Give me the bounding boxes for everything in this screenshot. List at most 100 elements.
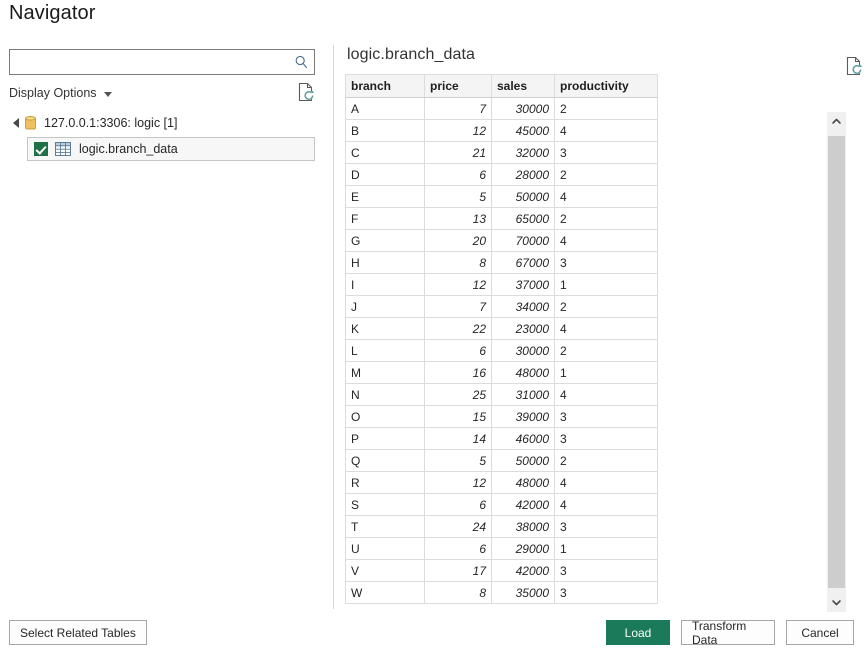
database-icon <box>25 115 36 131</box>
table-row: F 13 65000 2 <box>345 207 658 230</box>
table-cell: W <box>345 581 425 604</box>
table-cell: F <box>345 207 425 230</box>
chevron-down-icon <box>832 600 841 606</box>
table-cell: 6 <box>424 339 492 362</box>
scrollbar-thumb[interactable] <box>828 136 845 588</box>
table-cell: 35000 <box>491 581 555 604</box>
table-cell: L <box>345 339 425 362</box>
tree-node-table[interactable]: logic.branch_data <box>27 137 315 161</box>
table-cell: 6 <box>424 493 492 516</box>
table-row: W 8 35000 3 <box>345 581 658 604</box>
table-cell: 65000 <box>491 207 555 230</box>
table-cell: 32000 <box>491 141 555 164</box>
table-cell: H <box>345 251 425 274</box>
chevron-up-icon <box>832 118 841 124</box>
table-row: N 25 31000 4 <box>345 383 658 406</box>
expand-triangle-icon[interactable] <box>13 118 19 128</box>
table-cell: 48000 <box>491 471 555 494</box>
table-cell: 1 <box>554 361 658 384</box>
table-cell: 70000 <box>491 229 555 252</box>
table-cell: 37000 <box>491 273 555 296</box>
table-cell: 42000 <box>491 493 555 516</box>
table-cell: B <box>345 119 425 142</box>
table-row: G 20 70000 4 <box>345 229 658 252</box>
table-cell: 6 <box>424 163 492 186</box>
table-row: L 6 30000 2 <box>345 339 658 362</box>
table-row: U 6 29000 1 <box>345 537 658 560</box>
table-row: E 5 50000 4 <box>345 185 658 208</box>
table-row: M 16 48000 1 <box>345 361 658 384</box>
table-cell: 38000 <box>491 515 555 538</box>
table-cell: 3 <box>554 559 658 582</box>
table-cell: 4 <box>554 185 658 208</box>
table-cell: J <box>345 295 425 318</box>
table-cell: 12 <box>424 471 492 494</box>
search-box[interactable] <box>9 49 315 75</box>
preview-table: branch price sales productivity A 7 30000 2… <box>345 74 658 604</box>
table-cell: 16 <box>424 361 492 384</box>
table-cell: 30000 <box>491 339 555 362</box>
table-cell: 7 <box>424 97 492 120</box>
table-cell: 2 <box>554 163 658 186</box>
table-cell: 42000 <box>491 559 555 582</box>
column-header-branch[interactable]: branch <box>345 74 425 98</box>
table-row: T 24 38000 3 <box>345 515 658 538</box>
table-cell: 39000 <box>491 405 555 428</box>
table-row: Q 5 50000 2 <box>345 449 658 472</box>
table-cell: 8 <box>424 581 492 604</box>
table-cell: D <box>345 163 425 186</box>
table-cell: 3 <box>554 515 658 538</box>
table-cell: 25 <box>424 383 492 406</box>
column-header-price[interactable]: price <box>424 74 492 98</box>
table-cell: 5 <box>424 185 492 208</box>
pane-divider <box>333 45 334 609</box>
table-cell: 4 <box>554 119 658 142</box>
table-cell: U <box>345 537 425 560</box>
search-icon[interactable] <box>294 55 309 70</box>
table-cell: 5 <box>424 449 492 472</box>
column-header-sales[interactable]: sales <box>491 74 555 98</box>
table-header-row: branch price sales productivity <box>345 74 658 98</box>
table-checkbox[interactable] <box>34 142 48 156</box>
table-cell: 4 <box>554 383 658 406</box>
table-cell: V <box>345 559 425 582</box>
search-input[interactable] <box>10 50 314 74</box>
refresh-document-icon[interactable] <box>297 82 315 102</box>
scroll-up-button[interactable] <box>827 112 846 131</box>
refresh-document-icon[interactable] <box>845 56 863 76</box>
table-cell: N <box>345 383 425 406</box>
table-cell: 21 <box>424 141 492 164</box>
column-header-productivity[interactable]: productivity <box>554 74 658 98</box>
table-cell: K <box>345 317 425 340</box>
table-cell: 3 <box>554 141 658 164</box>
scroll-down-button[interactable] <box>827 593 846 612</box>
table-cell: Q <box>345 449 425 472</box>
table-cell: 24 <box>424 515 492 538</box>
preview-scrollbar[interactable] <box>827 112 846 612</box>
table-cell: A <box>345 97 425 120</box>
display-options-label: Display Options <box>9 86 97 100</box>
table-cell: 2 <box>554 97 658 120</box>
table-cell: 1 <box>554 273 658 296</box>
transform-data-button[interactable]: Transform Data <box>681 619 775 647</box>
load-button[interactable]: Load <box>606 620 670 645</box>
table-row: S 6 42000 4 <box>345 493 658 516</box>
table-cell: 3 <box>554 427 658 450</box>
table-cell: 20 <box>424 229 492 252</box>
table-cell: 48000 <box>491 361 555 384</box>
table-row: A 7 30000 2 <box>345 97 658 120</box>
select-related-tables-button[interactable]: Select Related Tables <box>9 620 147 645</box>
object-tree: 127.0.0.1:3306: logic [1] logic.branch_d… <box>9 112 315 161</box>
cancel-button[interactable]: Cancel <box>786 620 854 645</box>
table-cell: 4 <box>554 229 658 252</box>
table-cell: 15 <box>424 405 492 428</box>
table-cell: 2 <box>554 339 658 362</box>
tree-node-server[interactable]: 127.0.0.1:3306: logic [1] <box>9 112 315 134</box>
table-icon <box>55 142 71 156</box>
table-cell: 50000 <box>491 449 555 472</box>
right-pane: logic.branch_data branch price sales pro… <box>345 46 863 604</box>
table-cell: G <box>345 229 425 252</box>
table-cell: 29000 <box>491 537 555 560</box>
table-row: V 17 42000 3 <box>345 559 658 582</box>
display-options-dropdown[interactable]: Display Options <box>9 86 112 100</box>
